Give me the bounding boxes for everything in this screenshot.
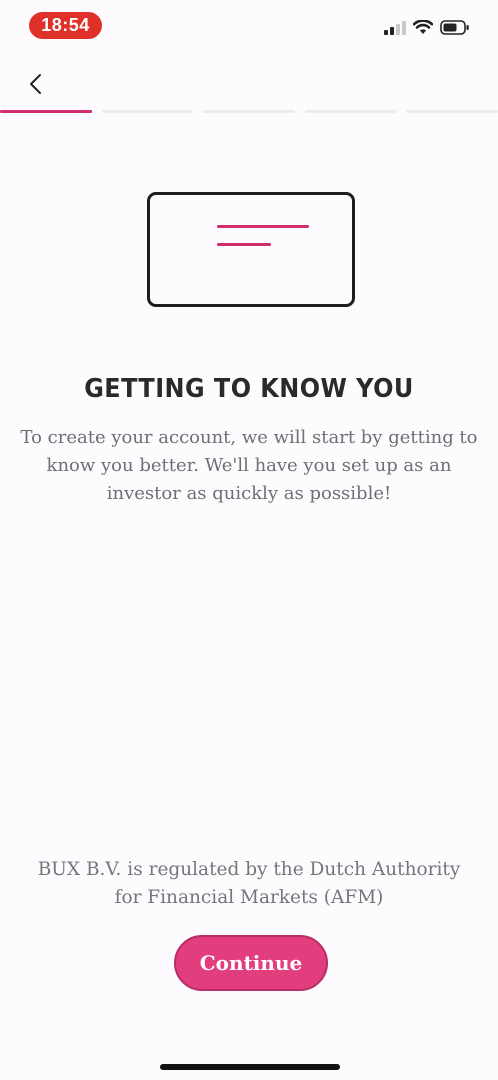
page-title: GETTING TO KNOW YOU	[84, 374, 414, 404]
continue-button[interactable]: Continue	[174, 935, 328, 991]
page-subtitle: To create your account, we will start by…	[20, 427, 478, 504]
progress-step-4	[304, 110, 397, 113]
home-indicator[interactable]	[160, 1064, 340, 1070]
chevron-left-icon	[30, 74, 41, 94]
wifi-icon	[413, 20, 433, 34]
status-icons	[384, 20, 470, 35]
card-line-short	[217, 243, 271, 246]
back-button[interactable]	[18, 66, 54, 102]
battery-icon	[440, 20, 469, 35]
status-time: 18:54	[29, 12, 102, 39]
progress-step-5	[406, 110, 498, 113]
progress-step-3	[203, 110, 295, 113]
status-bar: 18:54	[0, 0, 498, 52]
regulation-notice: BUX B.V. is regulated by the Dutch Autho…	[37, 859, 461, 908]
progress-step-1	[0, 110, 92, 113]
signal-icon	[384, 20, 406, 35]
card-icon	[147, 192, 355, 307]
progress-step-2	[101, 110, 194, 113]
card-line-long	[217, 225, 309, 228]
progress-indicator	[0, 110, 498, 114]
